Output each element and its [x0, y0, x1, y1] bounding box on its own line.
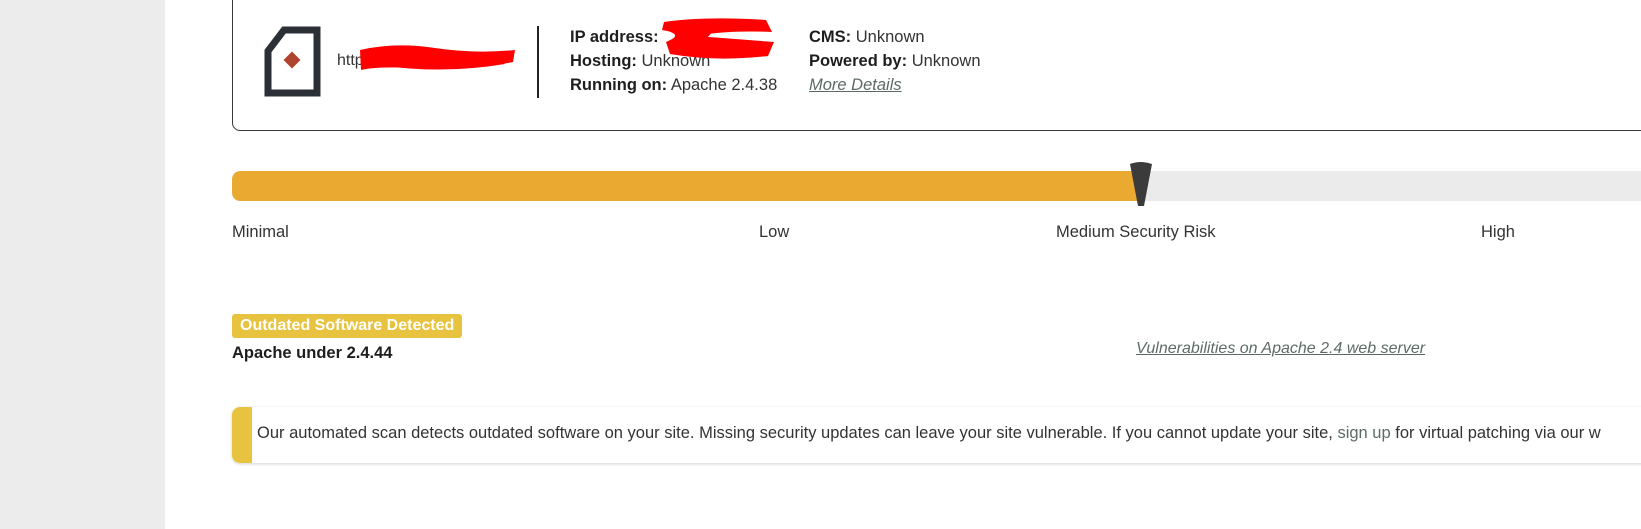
risk-meter-fill [232, 171, 1141, 201]
hosting-label: Hosting: [570, 52, 637, 70]
vulnerabilities-link[interactable]: Vulnerabilities on Apache 2.4 web server [1136, 340, 1425, 358]
card-divider [537, 26, 539, 98]
cms-details: CMS: Unknown Powered by: Unknown More De… [809, 25, 981, 97]
cms-label: CMS: [809, 28, 852, 46]
powered-by-label: Powered by: [809, 52, 908, 70]
site-file-icon [264, 26, 321, 97]
risk-label-minimal: Minimal [232, 223, 289, 241]
risk-label-medium: Medium Security Risk [1056, 223, 1216, 241]
risk-label-high: High [1481, 223, 1515, 241]
cms-row: CMS: Unknown [809, 25, 981, 49]
outdated-software-name: Apache under 2.4.44 [232, 344, 393, 362]
notice-text: Our automated scan detects outdated soft… [257, 424, 1601, 443]
notice-accent-bar [232, 407, 252, 463]
notice-box: Our automated scan detects outdated soft… [232, 407, 1641, 463]
notice-text-before: Our automated scan detects outdated soft… [257, 424, 1333, 442]
powered-by-value: Unknown [911, 52, 981, 70]
cms-value: Unknown [855, 28, 925, 46]
powered-by-row: Powered by: Unknown [809, 49, 981, 73]
risk-meter-track [232, 171, 1641, 201]
risk-marker-icon [1130, 162, 1152, 206]
notice-text-after: for virtual patching via our w [1395, 424, 1601, 442]
redaction-mark [360, 45, 515, 70]
running-on-row: Running on: Apache 2.4.38 [570, 73, 777, 97]
risk-label-low: Low [759, 223, 790, 241]
redaction-mark [662, 18, 774, 59]
running-on-value: Apache 2.4.38 [670, 76, 778, 94]
left-gutter [0, 0, 165, 529]
outdated-software-badge: Outdated Software Detected [232, 314, 463, 338]
more-details-row: More Details [809, 73, 981, 97]
ip-address-label: IP address: [570, 28, 659, 46]
sign-up-link[interactable]: sign up [1337, 424, 1390, 442]
more-details-link[interactable]: More Details [809, 76, 902, 94]
running-on-label: Running on: [570, 76, 668, 94]
